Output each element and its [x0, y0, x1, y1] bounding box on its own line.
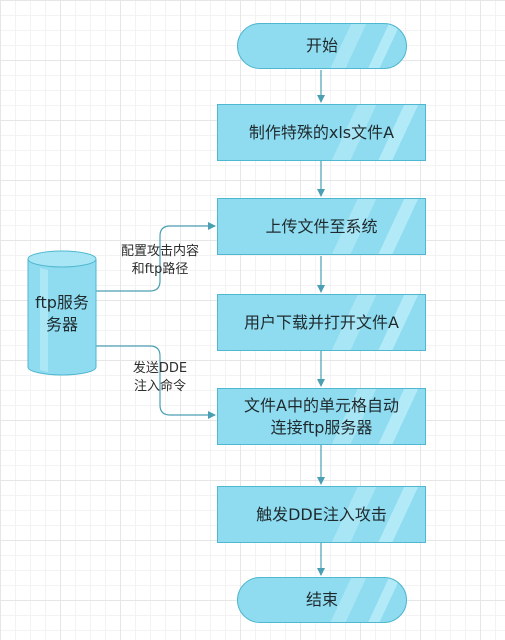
end-node: 结束 [237, 577, 407, 623]
start-node: 开始 [237, 23, 407, 69]
edge-label-config-line1: 配置攻击内容 [120, 244, 199, 259]
step-trigger-dde: 触发DDE注入攻击 [217, 486, 426, 543]
step-upload-file: 上传文件至系统 [217, 198, 426, 255]
edge-label-config: 配置攻击内容 和ftp路径 [112, 243, 208, 279]
ftp-server-label-line2: 务器 [45, 315, 78, 334]
ftp-server-label: ftp服务 务器 [28, 292, 96, 336]
step-make-xls: 制作特殊的xls文件A [217, 104, 426, 161]
edge-label-send-dde-line1: 发送DDE [132, 361, 188, 376]
edge-label-send-dde: 发送DDE 注入命令 [120, 360, 200, 396]
step-auto-connect-line1: 文件A中的单元格自动 [244, 395, 399, 415]
ftp-server-label-line1: ftp服务 [35, 293, 89, 312]
edge-label-config-line2: 和ftp路径 [131, 262, 189, 277]
step-auto-connect: 文件A中的单元格自动 连接ftp服务器 [217, 388, 426, 445]
start-label: 开始 [305, 36, 338, 55]
step-download-open: 用户下载并打开文件A [217, 294, 426, 351]
step-download-open-label: 用户下载并打开文件A [244, 312, 399, 332]
end-label: 结束 [305, 590, 338, 609]
step-upload-file-label: 上传文件至系统 [265, 216, 378, 236]
edge-label-send-dde-line2: 注入命令 [133, 379, 186, 394]
step-trigger-dde-label: 触发DDE注入攻击 [256, 504, 387, 524]
flowchart-canvas: 开始 制作特殊的xls文件A 上传文件至系统 用户下载并打开文件A 文件A中的单… [0, 0, 505, 640]
step-auto-connect-line2: 连接ftp服务器 [270, 417, 373, 437]
step-make-xls-label: 制作特殊的xls文件A [248, 122, 395, 142]
